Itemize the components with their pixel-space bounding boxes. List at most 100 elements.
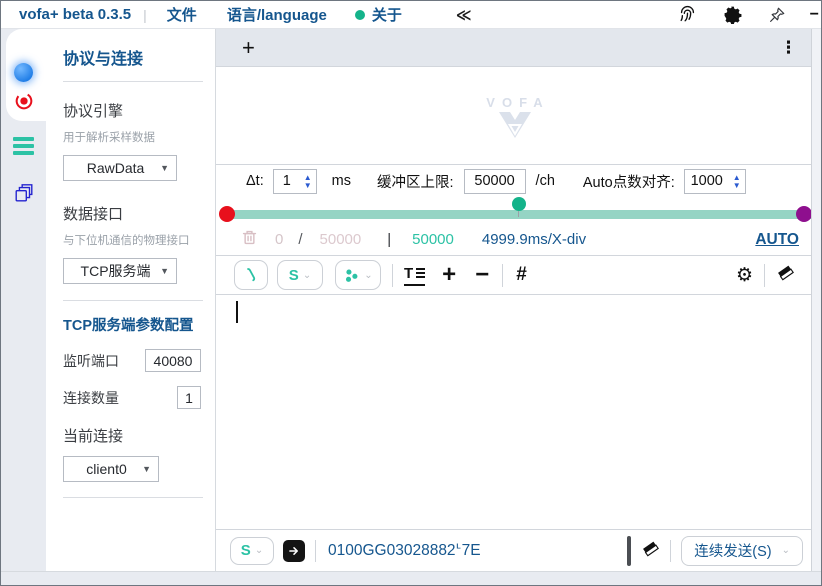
spin-down-icon[interactable]: ▼ bbox=[304, 182, 312, 189]
send-row: S ⌄ 0100GG03028882ᴸ7E bbox=[216, 529, 813, 571]
slider-handle-end[interactable] bbox=[796, 206, 812, 222]
select-arrow-icon: ▼ bbox=[160, 163, 169, 173]
phone-icon bbox=[242, 266, 260, 284]
continuous-send-label: 连续发送(S) bbox=[694, 540, 771, 561]
main-area: + ⋮ VOFA Δt: ▲ ▼ ms 缓冲区上限: /ch bbox=[216, 29, 813, 571]
slider-track[interactable] bbox=[226, 210, 813, 219]
protocol-panel: 协议与连接 协议引擎 用于解析采样数据 RawData ▼ 数据接口 与下位机通… bbox=[46, 29, 216, 571]
input-resize-handle[interactable] bbox=[627, 536, 631, 566]
string-mode-button[interactable]: S ⌄ bbox=[277, 260, 323, 290]
vofa-logo-icon bbox=[498, 112, 532, 138]
buffer-limit-input[interactable] bbox=[464, 169, 526, 194]
menu-about-label: 关于 bbox=[372, 4, 402, 25]
bottom-strip bbox=[1, 571, 821, 585]
rail-item-record[interactable] bbox=[1, 89, 46, 113]
windows-layers-icon bbox=[13, 182, 35, 204]
send-message-input[interactable]: 0100GG03028882ᴸ7E bbox=[328, 542, 481, 560]
connection-count-input[interactable] bbox=[177, 386, 201, 409]
slider-handle-position[interactable] bbox=[512, 197, 526, 211]
channel-dots-button[interactable]: ⌄ bbox=[335, 260, 381, 290]
select-arrow-icon: ▼ bbox=[142, 464, 151, 474]
chevron-down-icon: ⌄ bbox=[364, 270, 372, 281]
data-interface-description: 与下位机通信的物理接口 bbox=[63, 232, 215, 248]
plot-area[interactable]: VOFA bbox=[216, 68, 813, 164]
buffer-capacity: 50000 bbox=[320, 231, 362, 248]
current-connection-label: 当前连接 bbox=[63, 425, 215, 446]
panel-title: 协议与连接 bbox=[63, 45, 215, 69]
protocol-engine-heading: 协议引擎 bbox=[63, 100, 215, 121]
auto-align-input[interactable] bbox=[685, 173, 729, 189]
app-title: vofa+ beta 0.3.5 bbox=[19, 6, 131, 23]
connection-count-label: 连接数量 bbox=[63, 388, 119, 408]
message-suffix: 7E bbox=[462, 542, 481, 559]
spin-up-icon[interactable]: ▲ bbox=[733, 174, 741, 181]
phone-monitor-button[interactable] bbox=[234, 260, 268, 290]
minimize-button[interactable]: − bbox=[810, 6, 819, 24]
auto-scale-link[interactable]: AUTO bbox=[755, 231, 799, 249]
vofa-app-window: vofa+ beta 0.3.5 | 文件 语言/language 关于 ≪ bbox=[0, 0, 822, 586]
menubar: vofa+ beta 0.3.5 | 文件 语言/language 关于 ≪ bbox=[1, 1, 821, 29]
listen-port-input[interactable] bbox=[145, 349, 201, 372]
current-connection-value: client0 bbox=[71, 461, 142, 477]
dt-spinner-arrows[interactable]: ▲ ▼ bbox=[300, 174, 316, 189]
send-mode-label: S bbox=[241, 542, 251, 559]
clear-console-button[interactable] bbox=[776, 263, 795, 287]
auto-align-spinbox[interactable]: ▲ ▼ bbox=[684, 169, 746, 194]
data-interface-value: TCP服务端 bbox=[71, 261, 160, 281]
protocol-engine-select[interactable]: RawData ▼ bbox=[63, 155, 177, 181]
text-format-button[interactable]: T bbox=[404, 265, 425, 286]
status-dot-icon bbox=[355, 10, 365, 20]
pin-icon[interactable] bbox=[768, 6, 786, 24]
continuous-send-button[interactable]: 连续发送(S) ⌄ bbox=[681, 536, 803, 566]
clear-send-button[interactable] bbox=[641, 539, 660, 563]
vertical-scrollbar[interactable] bbox=[811, 29, 821, 571]
menu-language[interactable]: 语言/language bbox=[227, 4, 327, 25]
menubar-divider: | bbox=[143, 7, 147, 23]
text-caret bbox=[236, 301, 238, 323]
dt-spinbox[interactable]: ▲ ▼ bbox=[273, 169, 317, 194]
menu-file[interactable]: 文件 bbox=[167, 4, 197, 25]
window-points-value: 50000 bbox=[412, 231, 454, 248]
rail-item-windows[interactable] bbox=[1, 181, 46, 205]
console-settings-button[interactable]: ⚙ bbox=[736, 264, 753, 287]
menu-about[interactable]: 关于 bbox=[355, 4, 402, 25]
console-toolbar: S ⌄ ⌄ T + − # ⚙ bbox=[216, 255, 813, 295]
string-mode-label: S bbox=[289, 267, 299, 284]
protocol-engine-value: RawData bbox=[71, 160, 160, 176]
counter-slash: / bbox=[298, 231, 302, 248]
rail-item-connection[interactable] bbox=[1, 60, 46, 84]
connection-ball-icon bbox=[14, 63, 33, 82]
spin-up-icon[interactable]: ▲ bbox=[304, 174, 312, 181]
auto-align-label: Auto点数对齐: bbox=[583, 171, 675, 192]
panel-divider bbox=[63, 300, 203, 301]
fingerprint-icon[interactable] bbox=[678, 5, 697, 24]
zoom-out-button[interactable]: − bbox=[475, 265, 489, 285]
hex-display-button[interactable]: # bbox=[516, 264, 527, 286]
collapse-sidebar-icon[interactable]: ≪ bbox=[456, 6, 472, 24]
buffer-limit-label: 缓冲区上限: bbox=[377, 171, 454, 192]
clear-buffer-trash-icon[interactable] bbox=[240, 228, 259, 251]
data-interface-select[interactable]: TCP服务端 ▼ bbox=[63, 258, 177, 284]
tab-options-menu-icon[interactable]: ⋮ bbox=[780, 38, 797, 58]
settings-gear-icon[interactable] bbox=[723, 5, 742, 24]
message-prefix: 0100GG03028882 bbox=[328, 542, 456, 559]
rail-item-channels[interactable] bbox=[1, 134, 46, 158]
data-interface-heading: 数据接口 bbox=[63, 203, 215, 224]
chevron-down-icon: ⌄ bbox=[782, 545, 790, 556]
add-tab-button[interactable]: + bbox=[242, 38, 255, 58]
align-spinner-arrows[interactable]: ▲ ▼ bbox=[729, 174, 745, 189]
send-mode-button[interactable]: S ⌄ bbox=[230, 537, 274, 565]
buffer-range-slider bbox=[216, 197, 813, 224]
data-console[interactable] bbox=[216, 296, 813, 529]
slider-handle-start[interactable] bbox=[219, 206, 235, 222]
zoom-in-button[interactable]: + bbox=[442, 265, 456, 285]
x-div-scale-value: 4999.9ms/X-div bbox=[482, 231, 586, 248]
eraser-icon bbox=[641, 539, 660, 558]
dt-input[interactable] bbox=[274, 173, 300, 189]
spin-down-icon[interactable]: ▼ bbox=[733, 182, 741, 189]
send-button[interactable] bbox=[283, 540, 305, 562]
current-connection-select[interactable]: client0 ▼ bbox=[63, 456, 159, 482]
chevron-down-icon: ⌄ bbox=[303, 270, 311, 281]
record-icon bbox=[13, 90, 35, 112]
tcp-config-heading: TCP服务端参数配置 bbox=[63, 314, 215, 335]
